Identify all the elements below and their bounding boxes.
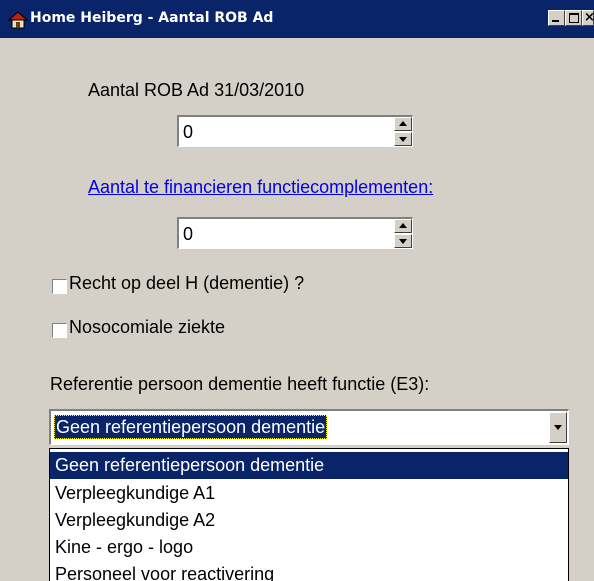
rob-spin-buttons: [394, 117, 412, 146]
complements-stepper[interactable]: 0: [177, 217, 413, 249]
dropdown-option[interactable]: Kine - ergo - logo: [50, 534, 568, 561]
dropdown-option[interactable]: Verpleegkundige A2: [50, 507, 568, 534]
complements-link[interactable]: Aantal te financieren functiecomplemente…: [88, 177, 433, 198]
nosocomiale-label[interactable]: Nosocomiale ziekte: [69, 317, 225, 338]
complements-decrement-button[interactable]: [394, 234, 412, 248]
title-bar[interactable]: Home Heiberg - Aantal ROB Ad ×: [0, 0, 594, 38]
nosocomiale-checkbox[interactable]: [52, 323, 67, 338]
reference-select[interactable]: Geen referentiepersoon dementie: [49, 409, 569, 445]
arrow-down-icon: [399, 239, 407, 244]
arrow-up-icon: [399, 121, 407, 126]
rob-stepper[interactable]: 0: [177, 115, 413, 147]
minimize-icon[interactable]: [548, 10, 565, 26]
arrow-up-icon: [399, 223, 407, 228]
rob-increment-button[interactable]: [394, 117, 412, 131]
rob-value[interactable]: 0: [183, 122, 193, 143]
dialog-window: Home Heiberg - Aantal ROB Ad × Aantal RO…: [0, 0, 594, 581]
close-icon[interactable]: ×: [582, 10, 594, 26]
dropdown-option[interactable]: Personeel voor reactivering: [50, 561, 568, 581]
maximize-icon[interactable]: [565, 10, 582, 26]
complements-spin-buttons: [394, 219, 412, 248]
chevron-down-icon: [554, 425, 562, 430]
house-icon: [7, 11, 29, 29]
dropdown-option[interactable]: Verpleegkundige A1: [50, 480, 568, 507]
dropdown-button[interactable]: [549, 412, 567, 443]
complements-value[interactable]: 0: [183, 224, 193, 245]
rob-decrement-button[interactable]: [394, 132, 412, 146]
dropdown-option[interactable]: Geen referentiepersoon dementie: [50, 452, 568, 479]
reference-dropdown-list: Geen referentiepersoon dementie Verpleeg…: [49, 448, 569, 581]
reference-selected-value[interactable]: Geen referentiepersoon dementie: [54, 415, 328, 439]
dementie-label[interactable]: Recht op deel H (dementie) ?: [69, 273, 304, 294]
rob-label: Aantal ROB Ad 31/03/2010: [88, 80, 305, 100]
complements-increment-button[interactable]: [394, 219, 412, 233]
window-title: Home Heiberg - Aantal ROB Ad: [30, 10, 274, 26]
reference-label: Referentie persoon dementie heeft functi…: [50, 374, 430, 394]
dementie-checkbox[interactable]: [52, 279, 67, 294]
arrow-down-icon: [399, 137, 407, 142]
